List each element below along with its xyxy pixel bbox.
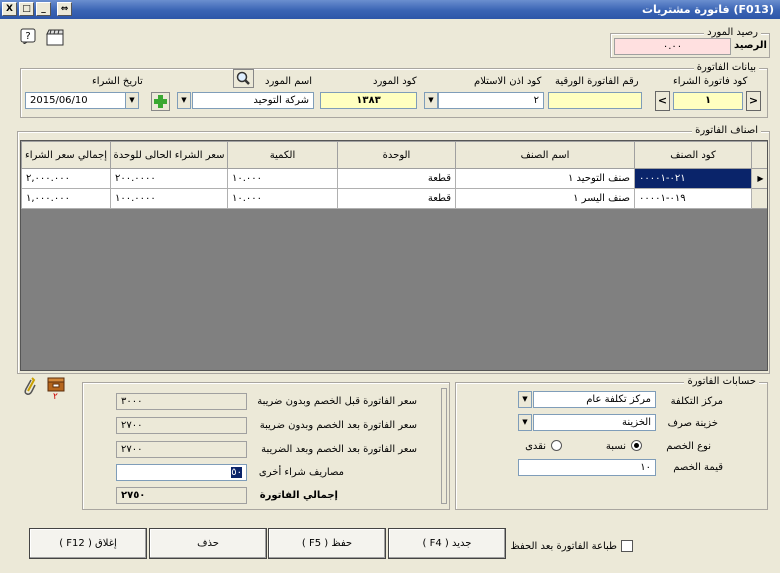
search-supplier-icon[interactable]: [233, 69, 254, 88]
after-discount-tax-field: ٢٧٠٠: [116, 441, 247, 458]
print-after-save-label: طباعة الفاتورة بعد الحفظ: [510, 541, 617, 552]
receipt-code-field[interactable]: ٢: [438, 92, 544, 109]
column-header-unit-price[interactable]: سعر الشراء الحالى للوحدة: [110, 141, 228, 169]
maximize-button[interactable]: □: [19, 2, 34, 16]
cell-item-code[interactable]: ٠١٩-٠٠٠٠١: [634, 188, 752, 209]
supplier-code-label: كود المورد: [373, 76, 417, 87]
supplier-code-field[interactable]: ١٣٨٣: [320, 92, 417, 109]
discount-cash-label: نقدى: [525, 441, 546, 452]
supplier-name-label: اسم المورد: [265, 76, 313, 87]
after-discount-label: سعر الفاتورة بعد الخصم وبدون ضريبة: [259, 420, 417, 431]
purchase-date-label: تاريخ الشراء: [92, 76, 143, 87]
cell-item-name[interactable]: صنف اليسر ١: [455, 188, 635, 209]
row-header[interactable]: [751, 188, 767, 209]
cell-item-code[interactable]: ٠٢١-٠٠٠٠١: [634, 168, 752, 189]
other-expenses-value: ٥٠: [231, 467, 242, 478]
items-table: إجمالي سعر الشراء سعر الشراء الحالى للوح…: [21, 141, 767, 209]
before-discount-field: ٣٠٠٠: [116, 393, 247, 410]
other-expenses-field[interactable]: ٥٠: [116, 464, 247, 481]
cell-total[interactable]: ٢,٠٠٠.٠٠٠: [21, 168, 111, 189]
discount-percent-label: نسبة: [605, 441, 626, 452]
other-expenses-label: مصاريف شراء أخرى: [258, 467, 344, 478]
purchase-invoice-window: X □ _ ⇔ (F013) فاتورة مشتريات ? رصيد الم…: [0, 0, 780, 573]
before-discount-label: سعر الفاتورة قبل الخصم وبدون ضريبة: [257, 396, 417, 407]
window-title: (F013) فاتورة مشتريات: [641, 3, 774, 16]
supplier-name-dropdown[interactable]: ▼: [177, 92, 191, 109]
purchase-date-field[interactable]: 2015/06/10: [25, 92, 126, 109]
cost-center-label: مركز التكلفة: [670, 396, 723, 407]
svg-text:?: ?: [25, 31, 30, 42]
prev-invoice-button[interactable]: <: [655, 91, 670, 111]
cost-center-dropdown[interactable]: ▼: [518, 391, 532, 408]
cell-unit-price[interactable]: ١٠٠.٠٠٠٠: [110, 188, 228, 209]
discount-cash-radio[interactable]: [551, 440, 562, 451]
invoice-accounts-label: حسابات الفاتورة: [684, 376, 759, 387]
invoice-items-grid: إجمالي سعر الشراء سعر الشراء الحالى للوح…: [20, 140, 768, 371]
delete-button[interactable]: حذف: [149, 528, 267, 559]
close-form-button[interactable]: إغلاق ( F12 ): [29, 528, 147, 559]
clapperboard-icon[interactable]: [46, 28, 64, 46]
purchase-invoice-code-label: كود فاتورة الشراء: [673, 76, 748, 87]
purchase-date-dropdown[interactable]: ▼: [125, 92, 139, 109]
totals-scrollbar[interactable]: [441, 388, 447, 504]
invoice-items-label: اصناف الفاتورة: [692, 125, 761, 136]
help-icon[interactable]: ?: [20, 28, 36, 45]
column-header-unit[interactable]: الوحدة: [337, 141, 456, 169]
restore-button[interactable]: ⇔: [57, 2, 72, 16]
column-header-item-name[interactable]: اسم الصنف: [455, 141, 635, 169]
after-discount-tax-label: سعر الفاتورة بعد الخصم وبعد الضريبة: [261, 444, 417, 455]
minimize-button[interactable]: _: [36, 2, 51, 16]
invoice-total-field: ٢٧٥٠: [116, 487, 247, 504]
invoice-total-label: إجمالي الفاتورة: [259, 490, 338, 501]
table-row[interactable]: ١,٠٠٠.٠٠٠ ١٠٠.٠٠٠٠ ١٠.٠٠٠ قطعة صنف اليسر…: [21, 188, 767, 209]
cashbox-dropdown[interactable]: ▼: [518, 414, 532, 431]
discount-percent-radio[interactable]: [631, 440, 642, 451]
paper-invoice-number-field[interactable]: [548, 92, 642, 109]
cell-item-name[interactable]: صنف التوحيد ١: [455, 168, 635, 189]
current-row-marker-icon[interactable]: ▶: [751, 168, 767, 189]
paper-invoice-number-label: رقم الفاتورة الورقية: [555, 76, 639, 87]
receipt-code-dropdown[interactable]: ▼: [424, 92, 438, 109]
cost-center-field[interactable]: مركز تكلفة عام: [533, 391, 656, 408]
purchase-invoice-code-field[interactable]: ١: [673, 92, 743, 110]
receipt-code-label: كود اذن الاستلام: [474, 76, 542, 87]
column-header-quantity[interactable]: الكمية: [227, 141, 338, 169]
supplier-balance-label: رصيد المورد: [704, 27, 761, 38]
cell-unit[interactable]: قطعة: [337, 168, 456, 189]
cashbox-label: خزينة صرف: [667, 418, 718, 429]
discount-type-label: نوع الخصم: [666, 441, 711, 452]
discount-value-field[interactable]: ١٠: [518, 459, 656, 476]
balance-label: الرصيد: [734, 40, 767, 51]
paperclip-icon[interactable]: [22, 377, 36, 397]
column-header-item-code[interactable]: كود الصنف: [634, 141, 752, 169]
attachments-count-badge: ٢: [53, 392, 58, 402]
column-header-total[interactable]: إجمالي سعر الشراء: [21, 141, 111, 169]
supplier-name-field[interactable]: شركة التوحيد: [192, 92, 314, 109]
close-button[interactable]: X: [2, 2, 17, 16]
new-button[interactable]: جديد ( F4 ): [388, 528, 506, 559]
cell-unit[interactable]: قطعة: [337, 188, 456, 209]
cell-unit-price[interactable]: ٢٠٠.٠٠٠٠: [110, 168, 228, 189]
table-header-row: إجمالي سعر الشراء سعر الشراء الحالى للوح…: [21, 141, 767, 169]
print-after-save-checkbox[interactable]: [621, 540, 633, 552]
table-row[interactable]: ٢,٠٠٠.٠٠٠ ٢٠٠.٠٠٠٠ ١٠.٠٠٠ قطعة صنف التوح…: [21, 168, 767, 189]
title-bar: X □ _ ⇔ (F013) فاتورة مشتريات: [0, 0, 780, 19]
next-invoice-button[interactable]: >: [746, 91, 761, 111]
save-button[interactable]: حفظ ( F5 ): [268, 528, 386, 559]
add-supplier-icon[interactable]: [151, 92, 170, 111]
cell-total[interactable]: ١,٠٠٠.٠٠٠: [21, 188, 111, 209]
after-discount-field: ٢٧٠٠: [116, 417, 247, 434]
cell-quantity[interactable]: ١٠.٠٠٠: [227, 168, 338, 189]
cashbox-field[interactable]: الخزينة: [533, 414, 656, 431]
discount-value-label: قيمة الخصم: [673, 462, 723, 473]
cell-quantity[interactable]: ١٠.٠٠٠: [227, 188, 338, 209]
invoice-data-label: بيانات الفاتورة: [693, 62, 759, 73]
row-header-corner: [751, 141, 767, 169]
balance-field: ٠.٠٠: [614, 38, 731, 55]
